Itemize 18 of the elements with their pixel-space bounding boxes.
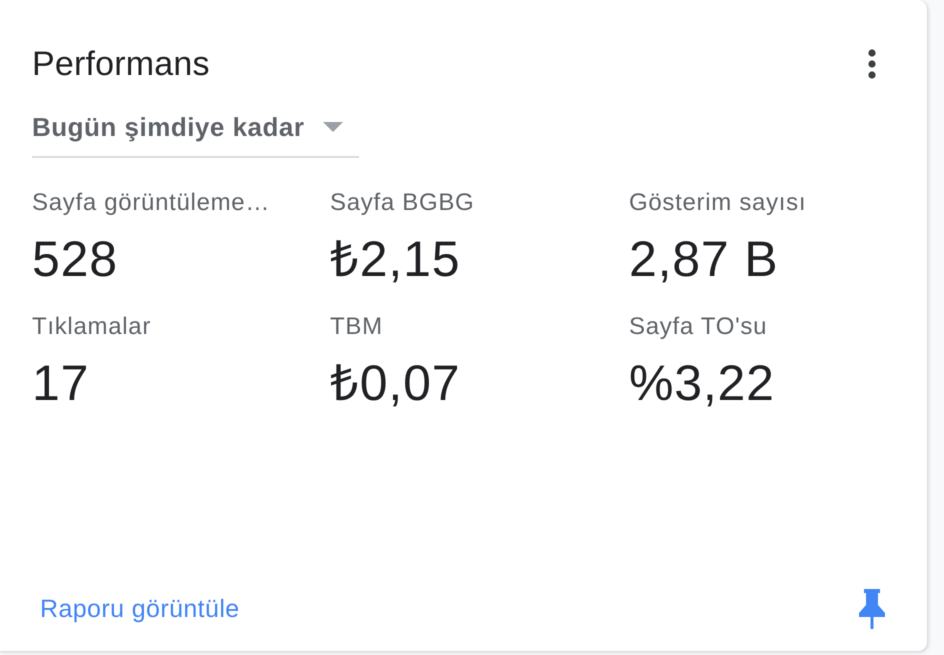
more-options-icon[interactable] [867, 49, 877, 79]
caret-icon [323, 122, 343, 132]
card-title: Performans [32, 44, 210, 84]
metric-value: ₺2,15 [330, 230, 462, 289]
metric-value: 528 [32, 230, 119, 289]
view-report-link[interactable]: Raporu görüntüle [40, 594, 240, 624]
metric-label: Sayfa BGBG [330, 188, 476, 218]
metric-value: 17 [32, 354, 90, 413]
metric-label: Tıklamalar [32, 312, 152, 342]
pin-icon[interactable] [859, 589, 885, 629]
metric-label: Sayfa görüntüleme… [32, 188, 272, 218]
metric-label: Gösterim sayısı [629, 188, 808, 218]
metric-value: %3,22 [629, 354, 776, 413]
metric-label: TBM [330, 312, 384, 342]
metric-label: Sayfa TO'su [629, 312, 768, 342]
metric-value: ₺0,07 [330, 354, 462, 413]
period-dropdown[interactable]: Bugün şimdiye kadar [32, 106, 359, 158]
metric-value: 2,87 B [629, 230, 780, 289]
